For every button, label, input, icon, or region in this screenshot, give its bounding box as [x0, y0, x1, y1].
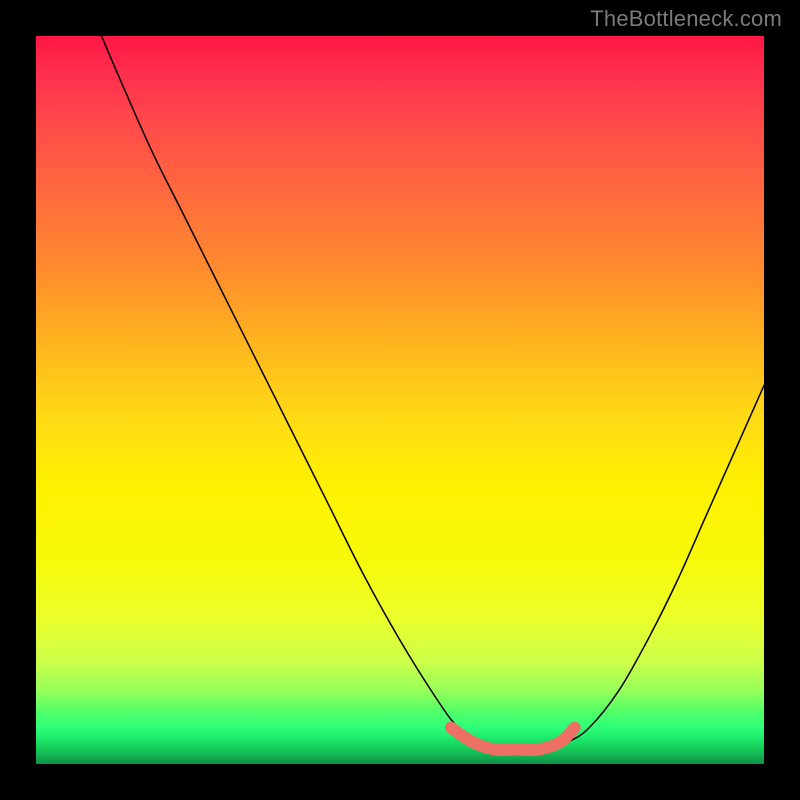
chart-frame: TheBottleneck.com [0, 0, 800, 800]
valley-highlight [451, 728, 575, 750]
plot-area [36, 36, 764, 764]
bottleneck-curve [102, 36, 764, 750]
watermark-text: TheBottleneck.com [590, 6, 782, 32]
curve-svg [36, 36, 764, 764]
